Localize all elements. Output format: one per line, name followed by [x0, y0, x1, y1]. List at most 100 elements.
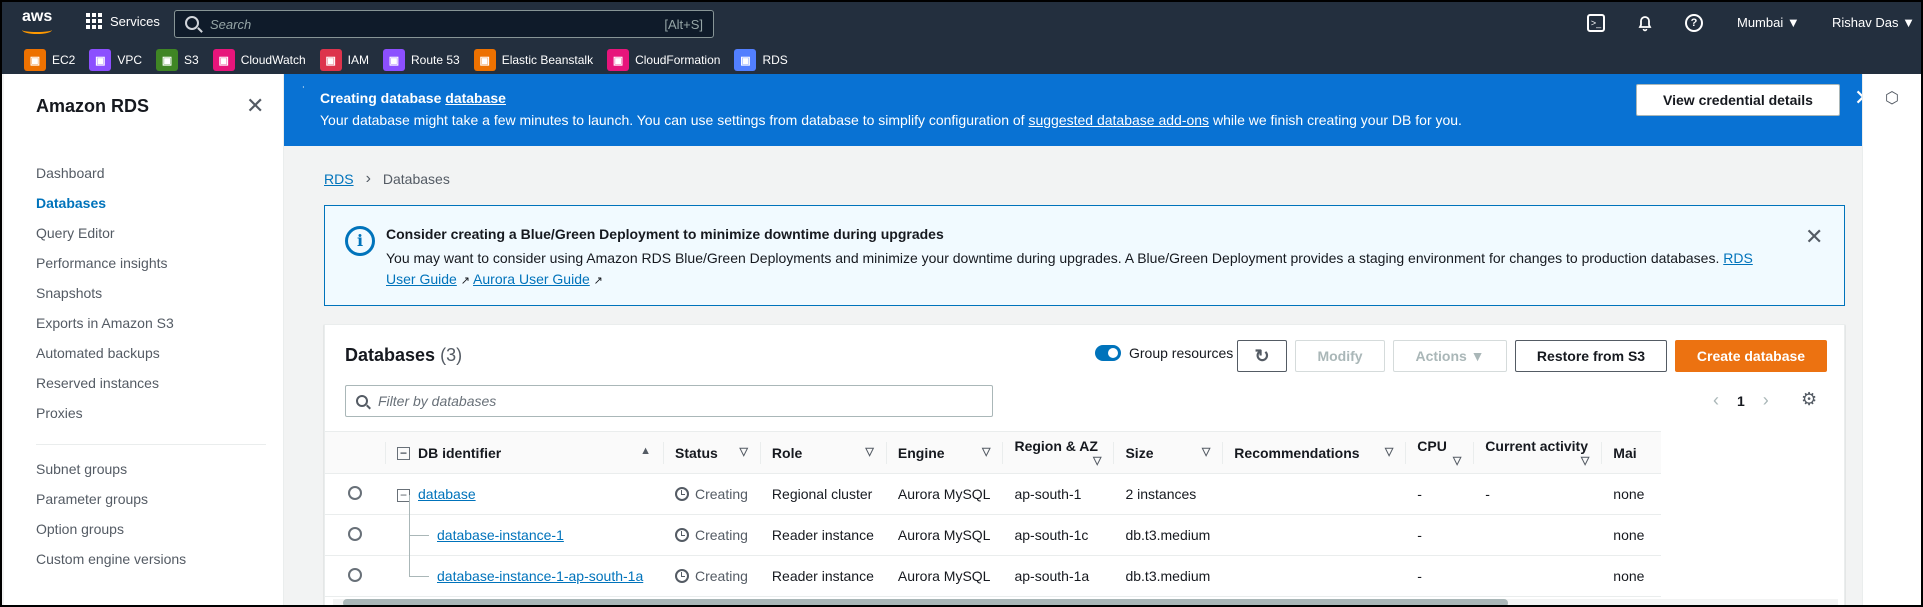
sort-icon[interactable]: ▽ — [1581, 454, 1589, 467]
sidebar-item-option-groups[interactable]: Option groups — [36, 514, 186, 544]
cell-value: ap-south-1a — [1014, 568, 1090, 584]
sort-icon[interactable]: ▽ — [1453, 454, 1461, 467]
favorite-s3[interactable]: ▣ S3 — [156, 49, 199, 71]
sidebar-item-parameter-groups[interactable]: Parameter groups — [36, 484, 186, 514]
sort-icon[interactable]: ▽ — [739, 445, 747, 458]
db-identifier-link[interactable]: database-instance-1 — [437, 527, 564, 543]
search-shortcut: [Alt+S] — [664, 17, 703, 32]
toggle-switch[interactable] — [1095, 345, 1121, 361]
select-column — [325, 431, 385, 474]
close-icon[interactable]: ✕ — [246, 95, 264, 117]
sort-icon[interactable]: ▽ — [1385, 445, 1393, 458]
sort-icon[interactable]: ▽ — [865, 445, 873, 458]
collapse-all-icon[interactable]: − — [397, 447, 410, 461]
bell-icon[interactable] — [1636, 14, 1654, 32]
column-header-role[interactable]: Role ▽ — [759, 431, 886, 474]
aws-logo[interactable]: aws — [22, 8, 56, 34]
column-header-cpu[interactable]: CPU ▽ — [1405, 431, 1474, 474]
sidebar-item-reserved-instances[interactable]: Reserved instances — [36, 368, 174, 398]
breadcrumb-rds[interactable]: RDS — [324, 171, 354, 187]
sidebar-item-exports-in-amazon-s3[interactable]: Exports in Amazon S3 — [36, 308, 174, 338]
table-row[interactable]: − database Creating Regional cluster Aurora … — [325, 473, 1662, 515]
favorites-bar: ▣ EC2 ▣ VPC ▣ S3 ▣ CloudWatch ▣ IAM ▣ Route 53 ▣ Elas… — [2, 46, 1921, 74]
region-selector[interactable]: Mumbai ▼ — [1737, 15, 1800, 30]
modify-button[interactable]: Modify — [1295, 340, 1385, 372]
sort-icon[interactable]: ▽ — [1093, 454, 1101, 467]
group-resources-toggle[interactable]: Group resources — [1095, 345, 1233, 361]
sidebar-item-proxies[interactable]: Proxies — [36, 398, 174, 428]
favorite-elastic-beanstalk[interactable]: ▣ Elastic Beanstalk — [473, 49, 593, 71]
row-radio[interactable] — [348, 567, 362, 582]
search-input[interactable]: Search [Alt+S] — [174, 10, 714, 38]
db-identifier-link[interactable]: database — [418, 486, 476, 502]
page-number[interactable]: 1 — [1737, 393, 1745, 409]
user-menu[interactable]: Rishav Das ▼ — [1832, 15, 1915, 30]
favorite-label: CloudWatch — [240, 53, 306, 67]
filter-input[interactable]: Filter by databases — [345, 385, 993, 417]
sort-icon[interactable]: ▽ — [982, 445, 990, 458]
column-header-region-az[interactable]: Region & AZ ▽ — [1002, 431, 1114, 474]
create-database-button[interactable]: Create database — [1675, 340, 1827, 372]
services-menu[interactable]: Services — [86, 13, 160, 29]
favorite-iam[interactable]: ▣ IAM — [319, 49, 369, 71]
db-identifier-link[interactable]: database-instance-1-ap-south-1a — [437, 568, 643, 584]
top-navigation: aws Services Search [Alt+S] >_ ? Mumbai … — [2, 2, 1921, 74]
column-header-status[interactable]: Status ▽ — [663, 431, 760, 474]
favorite-cloudwatch[interactable]: ▣ CloudWatch — [212, 49, 306, 71]
table-row[interactable]: database-instance-1-ap-south-1a Creating R… — [325, 535, 1662, 597]
gear-icon[interactable]: ⚙ — [1801, 389, 1817, 410]
addons-link[interactable]: suggested database add-ons — [1028, 112, 1209, 128]
aurora-user-guide-link[interactable]: Aurora User Guide — [473, 271, 590, 287]
sidebar-item-query-editor[interactable]: Query Editor — [36, 218, 174, 248]
horizontal-scrollbar[interactable] — [333, 599, 1838, 605]
iam-icon: ▣ — [319, 49, 342, 71]
sidebar-item-custom-engine-versions[interactable]: Custom engine versions — [36, 544, 186, 574]
view-credential-details-button[interactable]: View credential details — [1636, 84, 1840, 116]
cell-value: Regional cluster — [771, 486, 873, 502]
column-header-db-identifier[interactable]: − DB identifier ▲ — [385, 431, 663, 474]
sidebar-item-dashboard[interactable]: Dashboard — [36, 158, 174, 188]
favorite-cloudformation[interactable]: ▣ CloudFormation — [607, 49, 720, 71]
cell-maint: none — [1601, 555, 1662, 597]
sidebar-item-automated-backups[interactable]: Automated backups — [36, 338, 174, 368]
column-header-recommendations[interactable]: Recommendations ▽ — [1222, 431, 1406, 474]
close-icon[interactable]: ✕ — [1805, 224, 1823, 250]
cell-value: Creating — [695, 568, 748, 584]
column-header-engine[interactable]: Engine ▽ — [885, 431, 1003, 474]
column-header-mai[interactable]: Mai — [1601, 431, 1662, 474]
sidebar-item-snapshots[interactable]: Snapshots — [36, 278, 174, 308]
row-radio[interactable] — [348, 485, 362, 500]
chevron-right-icon[interactable]: › — [1763, 390, 1769, 411]
sidebar-item-databases[interactable]: Databases — [36, 188, 174, 218]
row-select-cell — [325, 514, 385, 556]
sidebar-item-subnet-groups[interactable]: Subnet groups — [36, 454, 186, 484]
favorite-route53[interactable]: ▣ Route 53 — [382, 49, 460, 71]
cloudshell-icon[interactable]: >_ — [1587, 14, 1605, 32]
sort-icon[interactable]: ▽ — [1202, 445, 1210, 458]
restore-from-s3-button[interactable]: Restore from S3 — [1515, 340, 1667, 372]
column-label: Engine — [897, 444, 945, 461]
favorite-rds[interactable]: ▣ RDS — [734, 49, 788, 71]
row-radio[interactable] — [348, 526, 362, 541]
favorite-label: RDS — [762, 53, 788, 67]
favorite-vpc[interactable]: ▣ VPC — [89, 49, 142, 71]
column-header-size[interactable]: Size ▽ — [1113, 431, 1223, 474]
cell-value: 2 instances — [1125, 486, 1197, 502]
chevron-left-icon[interactable]: ‹ — [1713, 390, 1719, 411]
flash-db-link[interactable]: database — [445, 90, 506, 106]
cell-value: ap-south-1c — [1014, 527, 1089, 543]
table-row[interactable]: database-instance-1 Creating Reader instan… — [325, 494, 1662, 556]
scrollbar-thumb[interactable] — [343, 599, 1508, 605]
settings-hex-icon[interactable]: ⬡ — [1885, 88, 1899, 108]
favorite-ec2[interactable]: ▣ EC2 — [24, 49, 75, 71]
sort-ascending-icon[interactable]: ▲ — [640, 445, 651, 457]
cell-activity — [1473, 555, 1602, 597]
column-header-current-activity[interactable]: Current activity ▽ — [1473, 431, 1602, 474]
sidebar-item-performance-insights[interactable]: Performance insights — [36, 248, 174, 278]
vpc-icon: ▣ — [89, 49, 112, 71]
actions-button[interactable]: Actions ▼ — [1393, 340, 1507, 372]
column-label: Current activity — [1485, 438, 1588, 454]
cell-value: none — [1613, 527, 1645, 543]
help-icon[interactable]: ? — [1685, 14, 1703, 32]
refresh-button[interactable]: ↻ — [1237, 340, 1287, 372]
